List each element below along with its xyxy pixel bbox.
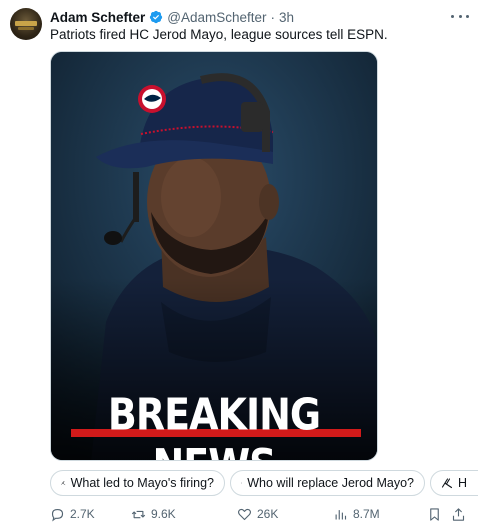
action-bar: 2.7K 9.6K 26K 8.7M — [50, 505, 470, 523]
tweet[interactable]: Adam Schefter @AdamSchefter · 3h Patriot… — [0, 0, 478, 529]
repost-count: 9.6K — [151, 507, 176, 521]
tweet-image[interactable]: BREAKING NEWS — [50, 51, 378, 461]
grok-icon — [241, 482, 243, 484]
grok-chip[interactable]: Who will replace Jerod Mayo? — [230, 470, 425, 496]
reply-icon — [51, 508, 64, 522]
bookmark-icon — [430, 507, 439, 521]
grok-chip-label: Who will replace Jerod Mayo? — [247, 476, 414, 490]
grok-chip-label: H — [458, 476, 468, 490]
grok-icon — [441, 478, 453, 489]
views-count: 8.7M — [353, 507, 380, 521]
avatar-logo-mark-lower — [18, 27, 34, 30]
repost-button[interactable]: 9.6K — [131, 505, 176, 523]
grok-chip[interactable]: What led to Mayo's firing? — [50, 470, 225, 496]
separator-dot: · — [270, 9, 276, 25]
repost-icon — [131, 510, 146, 518]
grok-suggestions: What led to Mayo's firing? Who will repl… — [50, 470, 478, 496]
share-button[interactable] — [451, 505, 466, 523]
verified-badge-icon — [150, 10, 163, 24]
views-icon — [335, 509, 347, 519]
share-icon — [452, 507, 465, 521]
breaking-news-text: BREAKING NEWS — [107, 389, 321, 460]
grok-icon — [61, 481, 66, 485]
author-name[interactable]: Adam Schefter — [50, 10, 145, 25]
views-button[interactable]: 8.7M — [333, 505, 380, 523]
tweet-text: Patriots fired HC Jerod Mayo, league sou… — [50, 27, 388, 42]
like-button[interactable]: 26K — [237, 505, 278, 523]
reply-count: 2.7K — [70, 507, 95, 521]
more-icon[interactable] — [451, 9, 469, 23]
grok-chip-label: What led to Mayo's firing? — [70, 476, 214, 490]
heart-icon — [238, 508, 251, 520]
reply-button[interactable]: 2.7K — [50, 505, 95, 523]
grok-chip[interactable]: H — [430, 470, 478, 496]
author-handle[interactable]: @AdamSchefter — [167, 10, 266, 25]
bookmark-button[interactable] — [427, 505, 442, 523]
avatar-logo-mark — [15, 21, 37, 26]
tweet-header: Adam Schefter @AdamSchefter · 3h — [50, 8, 294, 26]
timestamp[interactable]: 3h — [279, 10, 294, 25]
avatar[interactable] — [10, 8, 42, 40]
like-count: 26K — [257, 507, 279, 521]
